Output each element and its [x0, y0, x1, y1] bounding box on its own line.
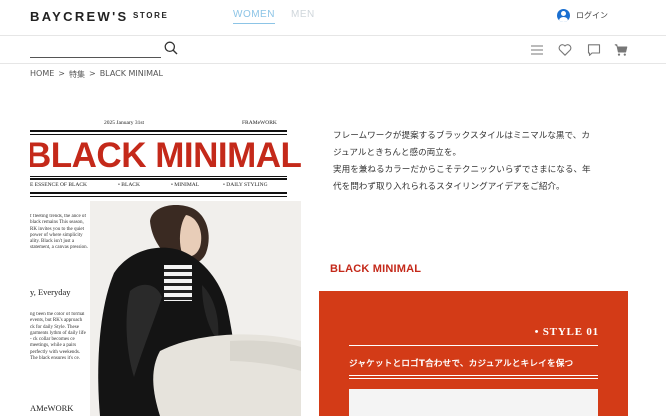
menu-icon[interactable]	[530, 43, 544, 57]
style-rule-bottom-2	[349, 378, 598, 379]
article-subhead: y, Everyday	[30, 287, 71, 297]
login-label: ログイン	[576, 11, 608, 20]
cart-icon[interactable]	[614, 43, 628, 57]
style-image-placeholder	[349, 389, 598, 416]
chat-icon[interactable]	[587, 43, 601, 57]
site-header: BAYCREW'S STORE WOMEN MEN ログイン	[0, 0, 666, 36]
tab-women[interactable]: WOMEN	[233, 9, 275, 24]
masthead-title: BLACK MINIMAL	[30, 136, 301, 175]
masthead-rule-bottom-thin	[30, 196, 287, 197]
model-photo	[90, 201, 301, 416]
tab-men[interactable]: MEN	[291, 9, 315, 20]
article-column: ng been the color of formal events, but …	[30, 312, 86, 362]
masthead-rule-bottom	[30, 192, 287, 194]
issue-brand: FRAMeWORK	[242, 120, 277, 126]
feature-intro: フレームワークが提案するブラックスタイルはミニマルな黒で、カ ジュアルときちんと…	[333, 128, 633, 196]
strap-item: • BLACK	[118, 182, 140, 188]
breadcrumb-separator: >	[58, 69, 65, 78]
article-column: f fleeting trends, the ance of black rem…	[30, 214, 88, 251]
newspaper-dateline: 2025 January 31st FRAMeWORK	[30, 118, 301, 130]
style-card[interactable]: • STYLE 01 ジャケットとロゴT合わせで、カジュアルとキレイを保つ	[319, 291, 628, 416]
breadcrumb: HOME > 特集 > BLACK MINIMAL	[30, 69, 163, 80]
article-footer-brand: AMeWORK	[30, 403, 74, 413]
style-number-label: • STYLE 01	[534, 326, 599, 338]
issue-date: 2025 January 31st	[104, 120, 145, 126]
strap-item: E ESSENCE OF BLACK	[30, 182, 87, 188]
intro-line: フレームワークが提案するブラックスタイルはミニマルな黒で、カ	[333, 131, 590, 141]
breadcrumb-current: BLACK MINIMAL	[99, 69, 163, 78]
masthead-rule-mid-thick	[30, 178, 287, 180]
style-rule-bottom	[349, 375, 598, 376]
site-logo[interactable]: BAYCREW'S	[30, 9, 128, 24]
masthead-rule-top	[30, 130, 287, 132]
breadcrumb-home[interactable]: HOME	[30, 69, 54, 80]
breadcrumb-features[interactable]: 特集	[69, 69, 85, 80]
search-input[interactable]	[30, 42, 161, 58]
section-heading: BLACK MINIMAL	[330, 263, 422, 275]
search-bar-row	[0, 36, 666, 64]
login-link[interactable]: ログイン	[557, 9, 608, 22]
intro-line: 代を問わず取り入れられるスタイリングアイデアをご紹介。	[333, 182, 565, 192]
intro-line: 実用を兼ねるカラーだからこそテクニックいらずでさまになる、年	[333, 165, 591, 175]
striped-tee	[164, 265, 192, 301]
strap-item: • MINIMAL	[171, 182, 200, 188]
style-rule-top	[349, 345, 598, 346]
breadcrumb-separator: >	[88, 69, 96, 78]
masthead-rule-mid	[30, 176, 287, 177]
intro-line: ジュアルときちんと感の両立を。	[333, 148, 462, 158]
heart-icon[interactable]	[558, 43, 572, 57]
strap-item: • DAILY STYLING	[223, 182, 268, 188]
style-caption: ジャケットとロゴT合わせで、カジュアルとキレイを保つ	[349, 359, 574, 369]
feature-main-visual: 2025 January 31st FRAMeWORK BLACK MINIMA…	[30, 118, 301, 416]
masthead-rule-top-thin	[30, 134, 287, 135]
search-icon[interactable]	[164, 41, 178, 55]
site-logo-sub[interactable]: STORE	[133, 11, 168, 20]
person-circle-icon	[557, 9, 570, 22]
